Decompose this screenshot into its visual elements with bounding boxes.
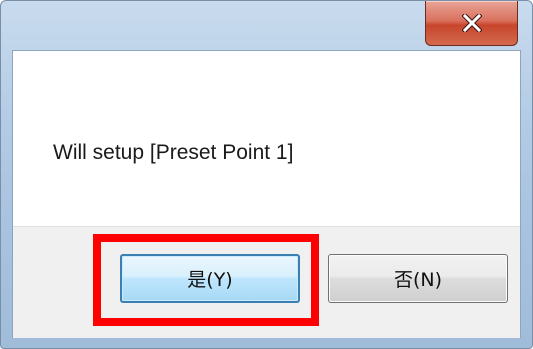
- title-bar[interactable]: [1, 1, 532, 50]
- close-icon: [461, 14, 482, 32]
- no-button[interactable]: 否(N): [328, 254, 508, 303]
- yes-button[interactable]: 是(Y): [120, 254, 300, 303]
- dialog-client-area: Will setup [Preset Point 1] 是(Y) 否(N): [12, 50, 521, 338]
- dialog-message: Will setup [Preset Point 1]: [53, 141, 294, 164]
- dialog-window: Will setup [Preset Point 1] 是(Y) 否(N): [0, 0, 533, 349]
- close-button[interactable]: [425, 1, 518, 46]
- button-bar: 是(Y) 否(N): [13, 226, 520, 338]
